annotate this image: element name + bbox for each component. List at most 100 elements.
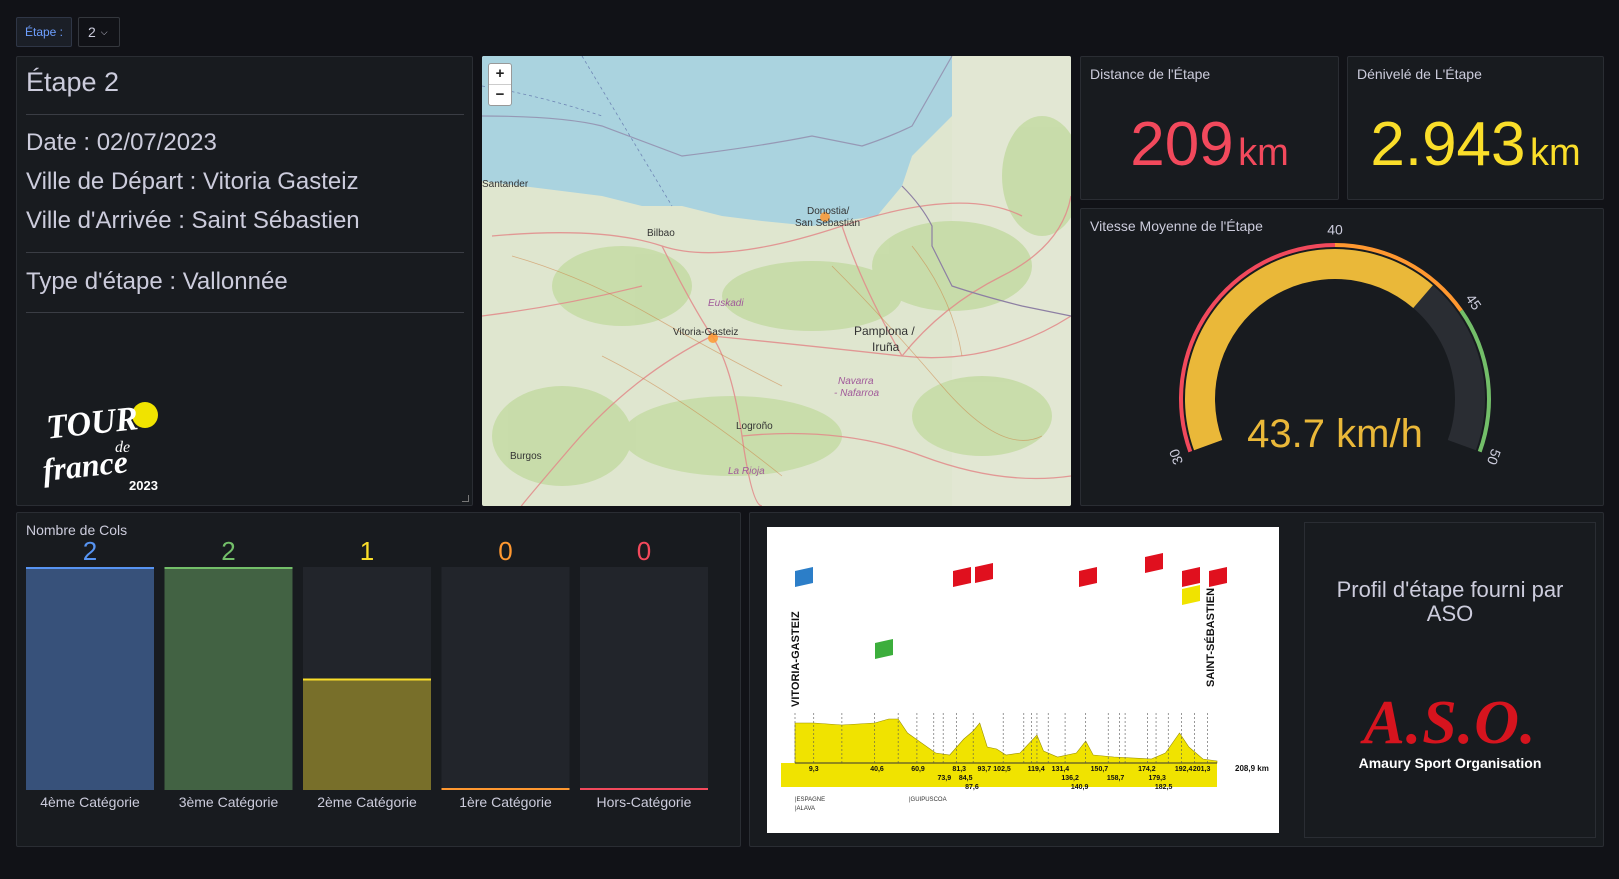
panel-title: Dénivelé de L'Étape xyxy=(1357,66,1482,82)
bar-value-label: 2 xyxy=(221,536,235,566)
speed-gauge-panel: Vitesse Moyenne de l'Étape 30 40 45 50 43.7 … xyxy=(1080,208,1604,506)
climb-flag-icon xyxy=(953,567,971,587)
stage-title: Étape 2 xyxy=(26,67,120,97)
km-label: 140,9 xyxy=(1071,784,1089,791)
speed-gauge: 30 40 45 50 43.7 km/h xyxy=(1166,222,1505,467)
city-label: Pamplona / xyxy=(854,324,915,338)
city-label: Donostia/ xyxy=(807,206,850,217)
svg-text:france: france xyxy=(41,443,129,488)
region-label: |ESPAGNE xyxy=(795,797,825,803)
map-tiles xyxy=(482,56,1071,506)
aso-subtitle: Amaury Sport Organisation xyxy=(1358,755,1542,771)
denivele-value: 2.943 xyxy=(1370,110,1526,179)
divider xyxy=(26,252,464,253)
km-label: 182,5 xyxy=(1155,784,1173,791)
bar-top-line xyxy=(580,788,708,790)
region-label: Navarra xyxy=(838,376,874,387)
region-label: La Rioja xyxy=(728,466,765,477)
elevation-area xyxy=(794,718,1218,764)
start-city-label: VITORIA-GASTEIZ xyxy=(790,611,802,707)
variable-label: Étape : xyxy=(16,17,72,47)
km-label: 119,4 xyxy=(1028,766,1045,773)
route-map[interactable]: Santander Bilbao Donostia/ San Sebastián… xyxy=(482,56,1071,506)
panel-title: Distance de l'Étape xyxy=(1090,66,1211,82)
stage-type: Type d'étape : Vallonnée xyxy=(26,268,288,295)
category-label: 3ème Catégorie xyxy=(179,794,279,810)
bar-value-label: 0 xyxy=(498,536,512,566)
bar-top-line xyxy=(26,567,154,569)
svg-text:2023: 2023 xyxy=(129,478,158,493)
climb-flag-icon xyxy=(795,567,813,587)
km-label: 102,5 xyxy=(993,766,1011,773)
city-label: Burgos xyxy=(510,451,542,462)
bar-top-line xyxy=(303,678,431,681)
gauge-tick-label: 50 xyxy=(1484,447,1504,467)
bar-top-line xyxy=(164,567,293,569)
category-label: 1ère Catégorie xyxy=(459,794,552,810)
km-label: 40,6 xyxy=(870,766,884,773)
divider xyxy=(26,114,464,115)
distance-stat-panel: Distance de l'Étape 209 km xyxy=(1080,56,1339,200)
distance-value: 209 xyxy=(1130,110,1234,179)
city-label: Logroño xyxy=(736,421,773,432)
km-label: 192,4 xyxy=(1175,766,1193,773)
region-label: Euskadi xyxy=(708,298,744,309)
cols-panel: Nombre de Cols 2 4ème Catégorie 2 3ème Caté… xyxy=(16,512,741,847)
map-zoom-control: + − xyxy=(488,63,512,106)
climb-flag-icon xyxy=(1182,585,1200,605)
climb-flag-icon xyxy=(975,563,993,583)
chevron-down-icon: ⌵ xyxy=(100,27,108,37)
city-label: Bilbao xyxy=(647,228,675,239)
bar-value-label: 0 xyxy=(637,536,651,566)
cols-bar-chart: 2 4ème Catégorie 2 3ème Catégorie 1 2ème Caté… xyxy=(26,536,708,810)
city-label: San Sebastián xyxy=(795,218,861,229)
km-label: 87,6 xyxy=(965,784,979,791)
stage-profile-image: VITORIA-GASTEIZ SAINT-SÉBASTIEN 208,9 km 9,… xyxy=(767,527,1279,833)
km-label: 150,7 xyxy=(1091,766,1109,773)
etape-select[interactable]: 2 ⌵ xyxy=(78,17,120,47)
climb-flag-icon xyxy=(1079,567,1097,587)
km-label: 93,7 xyxy=(977,766,991,773)
stage-date: Date : 02/07/2023 xyxy=(26,129,217,156)
bar xyxy=(164,567,293,790)
city-label: Vitoria-Gasteiz xyxy=(673,327,739,338)
stage-profile-panel: VITORIA-GASTEIZ SAINT-SÉBASTIEN 208,9 km 9,… xyxy=(749,512,1604,847)
bar-top-line xyxy=(441,788,570,790)
aso-logo: A.S.O. xyxy=(1363,689,1537,757)
climb-flag-icon xyxy=(875,639,893,659)
aso-credit-panel: Profil d'étape fourni par ASO A.S.O. Ama… xyxy=(1304,522,1596,838)
etape-select-value: 2 xyxy=(88,24,96,40)
km-label: 174,2 xyxy=(1138,766,1156,773)
bar xyxy=(26,567,154,790)
denivele-stat-panel: Dénivelé de L'Étape 2.943 km xyxy=(1347,56,1604,200)
zoom-in-button[interactable]: + xyxy=(489,64,511,84)
gauge-tick-label: 45 xyxy=(1463,291,1485,313)
bar-value-label: 2 xyxy=(83,536,97,566)
stage-info-panel: Étape 2 Date : 02/07/2023 Ville de Dépar… xyxy=(16,56,473,506)
resize-handle[interactable] xyxy=(462,495,469,502)
category-label: Hors-Catégorie xyxy=(597,794,692,810)
km-label: 9,3 xyxy=(809,766,819,773)
km-label: 84,5 xyxy=(959,775,973,782)
stage-depart: Ville de Départ : Vitoria Gasteiz xyxy=(26,168,359,195)
bar-value-label: 1 xyxy=(360,536,374,566)
km-label: 179,3 xyxy=(1148,775,1166,782)
km-label: 73,9 xyxy=(937,775,951,782)
finish-city-label: SAINT-SÉBASTIEN xyxy=(1204,588,1217,687)
climb-flag-icon xyxy=(1209,567,1227,587)
city-label: Santander xyxy=(482,179,529,190)
zoom-out-button[interactable]: − xyxy=(489,84,511,105)
km-label: 60,9 xyxy=(911,766,925,773)
distance-unit: km xyxy=(1238,132,1289,174)
elevation-profile: VITORIA-GASTEIZ SAINT-SÉBASTIEN 208,9 km 9,… xyxy=(781,553,1269,812)
climb-flag-icon xyxy=(1145,553,1163,573)
category-label: 4ème Catégorie xyxy=(40,794,140,810)
climb-flag-icon xyxy=(1182,567,1200,587)
km-label: 81,3 xyxy=(952,766,966,773)
total-distance-label: 208,9 km xyxy=(1235,764,1269,773)
km-label: 201,3 xyxy=(1193,766,1211,773)
region-label: |GUIPUSCOA xyxy=(909,797,947,803)
gauge-value: 43.7 km/h xyxy=(1247,412,1423,456)
tour-de-france-logo: TOUR de france 2023 xyxy=(41,400,158,493)
bar-background xyxy=(580,567,708,790)
